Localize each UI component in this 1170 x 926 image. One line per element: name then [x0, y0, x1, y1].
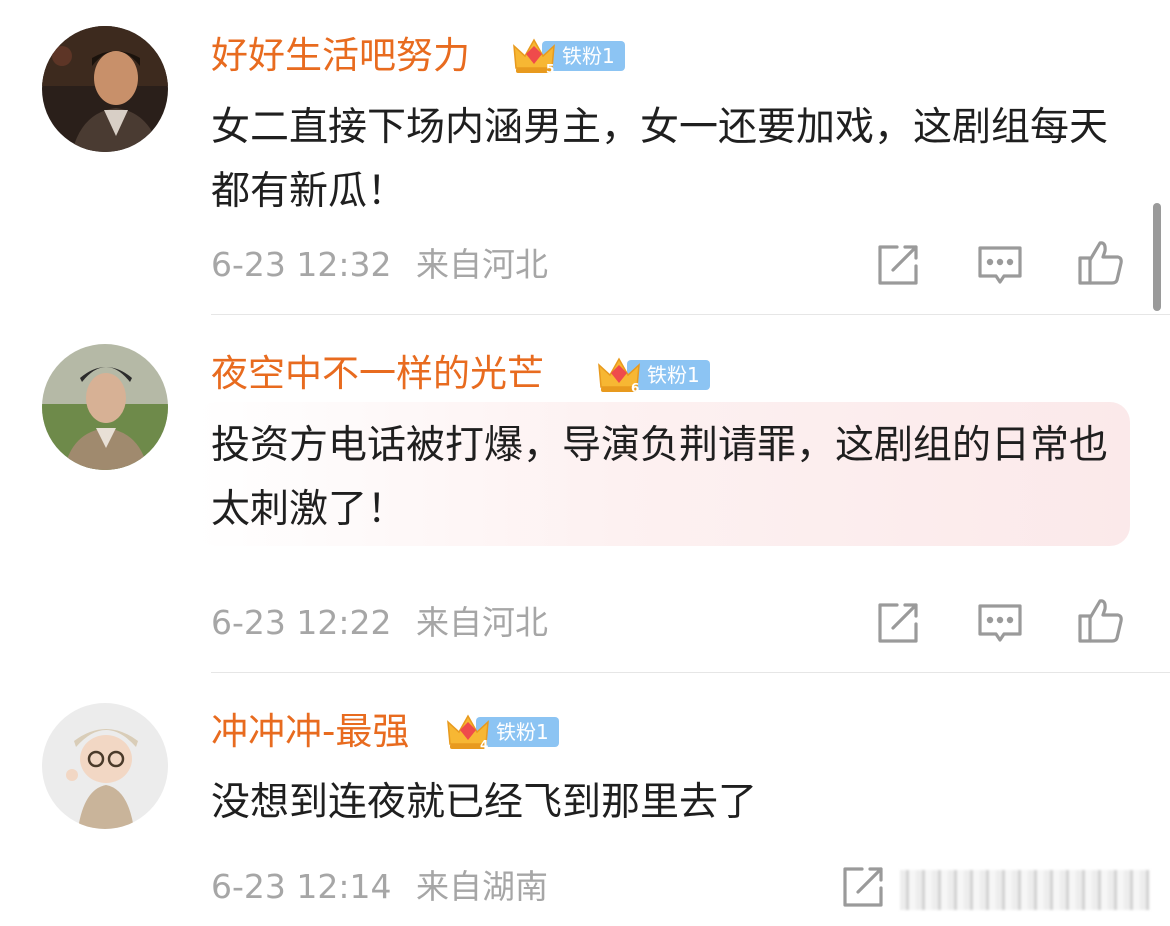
badge-level: 4 [480, 738, 488, 752]
comment-icon[interactable] [975, 240, 1025, 290]
divider [211, 314, 1170, 315]
fan-badge[interactable]: 4 铁粉1 [446, 712, 559, 752]
comment-meta: 6-23 12:32 来自河北 [211, 245, 548, 285]
comment-location: 来自河北 [416, 245, 548, 284]
crown-icon: 5 [512, 36, 556, 76]
comment-location: 来自湖南 [416, 867, 548, 906]
comment-location: 来自河北 [416, 603, 548, 642]
repost-icon[interactable] [873, 598, 923, 648]
like-icon[interactable] [1076, 596, 1126, 646]
crown-icon: 4 [446, 712, 490, 752]
comment-text: 没想到连夜就已经飞到那里去了 [211, 780, 758, 825]
comment-time: 6-23 12:22 [211, 603, 392, 642]
like-icon[interactable] [1076, 238, 1126, 288]
username[interactable]: 夜空中不一样的光芒 [211, 352, 544, 396]
comment-icon[interactable] [975, 598, 1025, 648]
crown-icon: 6 [597, 355, 641, 395]
avatar[interactable] [42, 703, 168, 829]
username[interactable]: 好好生活吧努力 [211, 34, 470, 78]
fan-badge[interactable]: 6 铁粉1 [597, 355, 710, 395]
avatar[interactable] [42, 26, 168, 152]
username[interactable]: 冲冲冲-最强 [211, 710, 409, 754]
repost-icon[interactable] [873, 240, 923, 290]
comment-time: 6-23 12:14 [211, 867, 392, 906]
comment-meta: 6-23 12:14 来自湖南 [211, 867, 548, 907]
fan-badge[interactable]: 5 铁粉1 [512, 36, 625, 76]
comment-text: 投资方电话被打爆，导演负荆请罪，这剧组的日常也太刺激了！ [211, 423, 1109, 532]
comment-meta: 6-23 12:22 来自河北 [211, 603, 548, 643]
badge-level: 6 [631, 381, 639, 395]
comment-time: 6-23 12:32 [211, 245, 392, 284]
badge-level: 5 [546, 62, 554, 76]
comment-text: 女二直接下场内涵男主，女一还要加戏，这剧组每天都有新瓜！ [211, 105, 1109, 214]
avatar[interactable] [42, 344, 168, 470]
blurred-action-area [900, 870, 1150, 910]
scrollbar[interactable] [1153, 203, 1161, 311]
repost-icon[interactable] [838, 862, 888, 912]
divider [211, 672, 1170, 673]
